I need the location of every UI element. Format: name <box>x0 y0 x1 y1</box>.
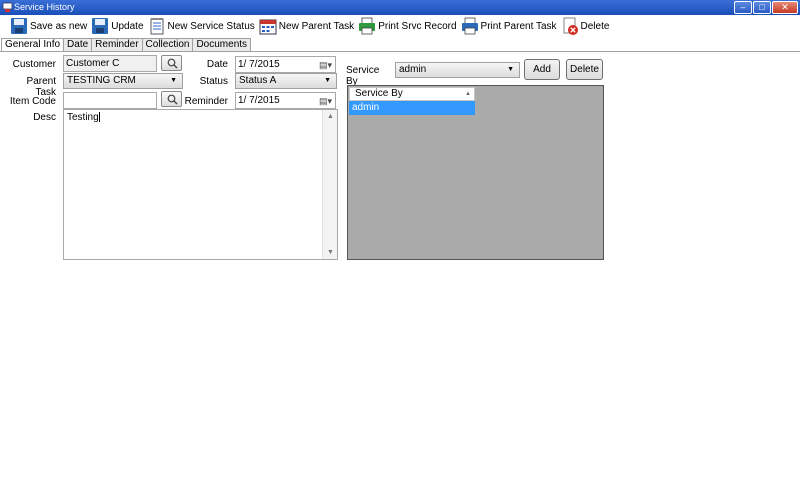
close-button[interactable]: ✕ <box>772 1 798 14</box>
window-title: Service History <box>14 2 75 12</box>
new-parent-task-button[interactable]: New Parent Task <box>259 16 354 36</box>
chevron-down-icon: ▼ <box>324 77 331 84</box>
magnifier-icon <box>167 58 178 69</box>
reminder-date-picker[interactable]: 1/ 7/2015 ▤▾ <box>235 92 336 109</box>
title-bar: Service History – □ ✕ <box>0 0 800 15</box>
calendar-dropdown-icon[interactable]: ▤▾ <box>319 94 332 108</box>
customer-lookup-button[interactable] <box>161 55 182 71</box>
status-value: Status A <box>239 75 277 86</box>
parent-task-value: TESTING CRM <box>67 75 136 86</box>
new-service-status-button[interactable]: New Service Status <box>148 16 255 36</box>
maximize-button[interactable]: □ <box>753 1 771 14</box>
table-row[interactable]: admin <box>349 101 475 115</box>
tab-reminder[interactable]: Reminder <box>91 38 143 52</box>
print-parent-task-button[interactable]: Print Parent Task <box>461 16 557 36</box>
date-value: 1/ 7/2015 <box>238 59 280 70</box>
service-by-dropdown[interactable]: admin ▼ <box>395 62 520 78</box>
notepad-icon <box>150 18 164 35</box>
desc-textarea[interactable]: Testing ▲ ▼ <box>63 109 338 260</box>
service-by-label: Service By <box>346 65 380 87</box>
delete-document-icon <box>563 17 578 35</box>
desc-scrollbar[interactable]: ▲ ▼ <box>322 110 337 259</box>
item-code-lookup-button[interactable] <box>161 91 182 107</box>
magnifier-icon <box>167 94 178 105</box>
text-cursor <box>98 112 100 123</box>
floppy-disk-icon <box>92 18 109 34</box>
tab-documents[interactable]: Documents <box>192 38 252 52</box>
desc-text: Testing <box>67 112 99 123</box>
status-dropdown[interactable]: Status A ▼ <box>235 73 337 89</box>
chevron-down-icon: ▼ <box>170 77 177 84</box>
delete-button[interactable]: Delete <box>561 16 609 36</box>
printer-icon <box>461 17 478 35</box>
tab-date[interactable]: Date <box>63 38 93 52</box>
reminder-value: 1/ 7/2015 <box>238 95 280 106</box>
add-service-by-button[interactable]: Add <box>524 59 560 80</box>
grid-column-header[interactable]: Service By ▲ <box>349 87 475 101</box>
customer-field[interactable]: Customer C <box>63 55 157 72</box>
printer-icon <box>359 17 376 35</box>
app-icon <box>2 2 13 12</box>
delete-service-by-button[interactable]: Delete <box>566 59 603 80</box>
floppy-disk-icon <box>11 18 27 34</box>
calendar-dropdown-icon[interactable]: ▤▾ <box>319 58 332 72</box>
scroll-down-icon[interactable]: ▼ <box>327 249 334 256</box>
minimize-button[interactable]: – <box>734 1 752 14</box>
item-code-input[interactable] <box>63 92 157 109</box>
service-by-grid: Service By ▲ admin <box>347 85 604 260</box>
date-label: Date <box>206 59 228 70</box>
sort-ascending-icon: ▲ <box>465 91 471 97</box>
scroll-up-icon[interactable]: ▲ <box>327 113 334 120</box>
desc-label: Desc <box>33 112 56 123</box>
reminder-label: Reminder <box>184 96 228 107</box>
calendar-icon <box>259 19 277 35</box>
parent-task-label: Parent Task <box>26 76 56 98</box>
toolbar: Save as new Update New Service Status Ne… <box>0 15 800 37</box>
print-srvc-record-button[interactable]: Print Srvc Record <box>358 16 457 36</box>
update-button[interactable]: Update <box>91 16 144 36</box>
status-label: Status <box>199 76 228 87</box>
date-picker[interactable]: 1/ 7/2015 ▤▾ <box>235 56 336 73</box>
service-by-value: admin <box>399 64 427 75</box>
chevron-down-icon: ▼ <box>507 66 514 73</box>
save-as-new-button[interactable]: Save as new <box>10 16 87 36</box>
tab-strip: General Info Date Reminder Collection Do… <box>1 38 252 53</box>
item-code-label: Item Code <box>9 96 56 107</box>
customer-label: Customer <box>12 59 56 70</box>
tab-collection[interactable]: Collection <box>141 38 194 52</box>
parent-task-dropdown[interactable]: TESTING CRM ▼ <box>63 73 183 89</box>
